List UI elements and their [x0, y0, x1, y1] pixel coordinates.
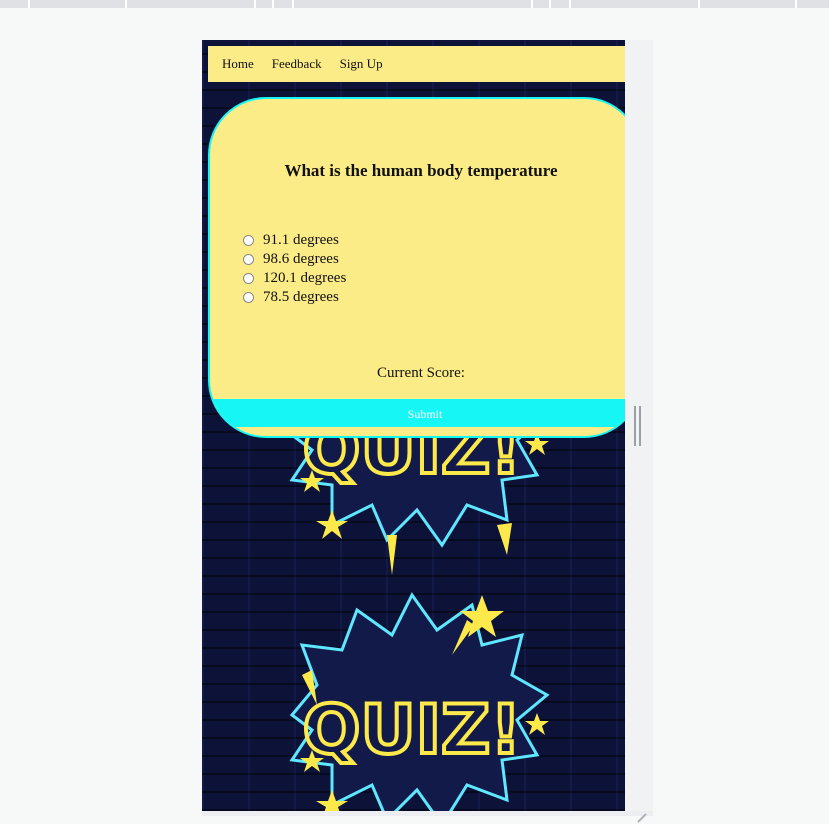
nav-feedback-link[interactable]: Feedback — [272, 56, 322, 72]
device-viewport: QUIZ! QUIZ! Home Feedback Sign Up What i… — [202, 40, 625, 811]
answer-option-label: 78.5 degrees — [263, 289, 339, 305]
submit-button[interactable]: Submit — [210, 399, 625, 427]
radio-button[interactable] — [243, 254, 254, 265]
answer-options: 91.1 degrees 98.6 degrees 120.1 degrees … — [242, 231, 346, 307]
question-text: What is the human body temperature — [284, 161, 558, 180]
answer-option[interactable]: 78.5 degrees — [242, 288, 346, 307]
quiz-card: What is the human body temperature 91.1 … — [208, 97, 625, 438]
resize-corner-icon[interactable] — [636, 812, 648, 824]
radio-button[interactable] — [243, 292, 254, 303]
answer-option-label: 120.1 degrees — [263, 270, 347, 286]
radio-button[interactable] — [243, 235, 254, 246]
answer-option[interactable]: 120.1 degrees — [242, 269, 346, 288]
quiz-burst-art-2: QUIZ! — [289, 592, 550, 811]
answer-option-label: 91.1 degrees — [263, 232, 339, 248]
card-bottom-edge — [210, 427, 625, 436]
nav-home-link[interactable]: Home — [222, 56, 254, 72]
devtools-ruler — [0, 0, 829, 8]
radio-button[interactable] — [243, 273, 254, 284]
answer-option[interactable]: 91.1 degrees — [242, 231, 346, 250]
answer-option[interactable]: 98.6 degrees — [242, 250, 346, 269]
answer-option-label: 98.6 degrees — [263, 251, 339, 267]
nav-signup-link[interactable]: Sign Up — [340, 56, 383, 72]
current-score-label: Current Score: — [377, 365, 465, 381]
top-nav: Home Feedback Sign Up — [208, 46, 625, 82]
viewport-resize-handle[interactable] — [634, 406, 642, 446]
quiz-art-text: QUIZ! — [303, 691, 522, 770]
